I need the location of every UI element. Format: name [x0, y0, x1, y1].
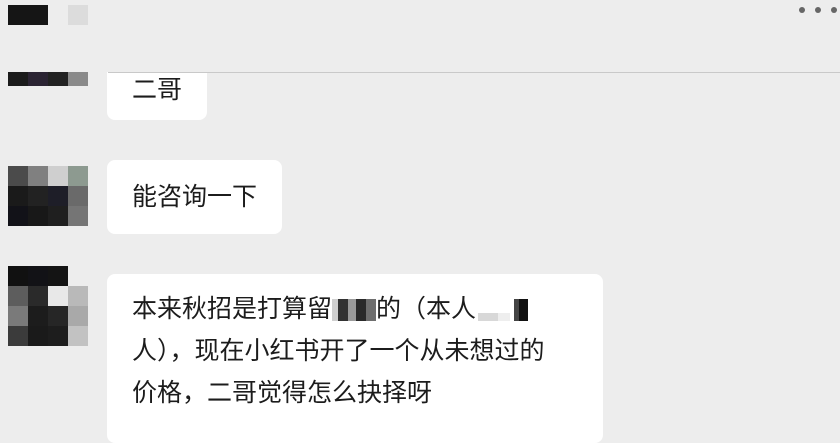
message-text: 能咨询一下	[132, 182, 258, 211]
header-divider	[108, 72, 840, 73]
more-options-icon[interactable]	[799, 2, 837, 18]
message-text: 本来秋招是打算留	[132, 294, 333, 323]
message-text: 人），现在小红书开了一个从未想过的	[132, 336, 545, 365]
message-line: 本来秋招是打算留 的（本人	[132, 289, 578, 331]
contact-avatar-pixelated	[8, 3, 88, 27]
message-bubble[interactable]: 本来秋招是打算留 的（本人 人），现在小红书开了一个从未想过的 价格，二哥觉得怎么…	[107, 274, 603, 443]
contact-avatar[interactable]	[8, 266, 88, 346]
redacted-text	[332, 299, 377, 321]
message-text: 价格，二哥觉得怎么抉择呀	[132, 378, 433, 407]
redacted-text	[478, 299, 529, 321]
chat-header	[0, 0, 840, 72]
message-text: 的（本人	[376, 294, 477, 323]
contact-avatar[interactable]	[8, 166, 88, 246]
message-bubble[interactable]: 能咨询一下	[107, 160, 283, 234]
